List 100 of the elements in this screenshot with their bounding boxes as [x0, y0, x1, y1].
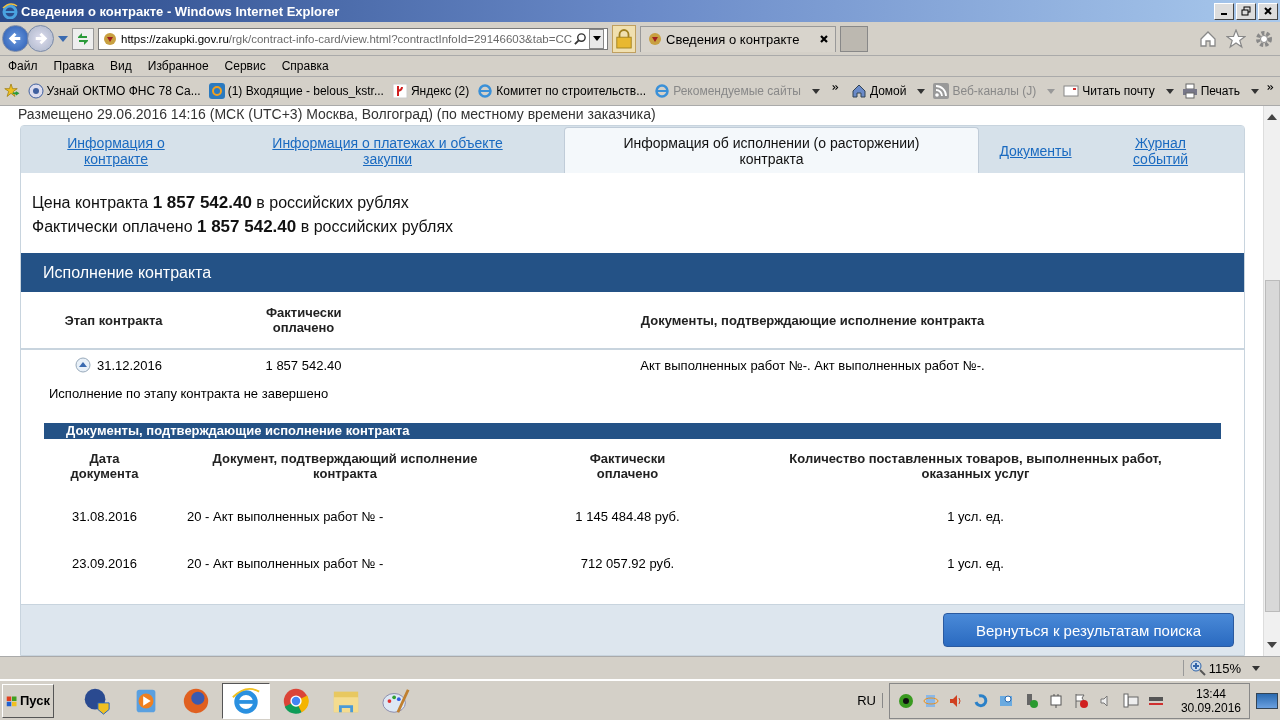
display-icon[interactable]	[1122, 692, 1139, 709]
ie-logo-icon	[654, 83, 671, 99]
ie-logo-icon	[477, 83, 494, 99]
collapse-toggle-icon[interactable]	[74, 357, 91, 373]
table-cell-text: 20 - Акт выполненных работ № -	[186, 556, 385, 571]
sync-icon[interactable]	[972, 692, 989, 709]
table-cell-text: 712 057.92 руб.	[579, 556, 676, 571]
caret-icon[interactable]	[58, 35, 68, 42]
page-tab[interactable]: Информация о платежах и объекте закупки	[211, 129, 564, 173]
scroll-down-icon[interactable]	[1267, 642, 1277, 648]
table-cell-text: Акт выполненных работ №-. Акт выполненных работ №-.	[639, 357, 986, 373]
column-header: Дата документа	[69, 451, 140, 481]
caret-icon	[592, 36, 601, 41]
page-tab[interactable]: Журнал событий	[1092, 129, 1229, 173]
stage-status-text: Исполнение по этапу контракта не завершено	[48, 385, 330, 401]
column-header: Количество поставленных товаров, выполненных работ, оказанных услуг	[788, 451, 1163, 481]
scroll-up-icon[interactable]	[1267, 114, 1277, 120]
close-icon[interactable]	[819, 34, 829, 44]
minimize-button[interactable]	[1214, 2, 1234, 20]
column-header: Фактически оплачено	[265, 305, 343, 335]
menu-item[interactable]: Справка	[273, 59, 337, 73]
table-cell-text: 23.09.2016	[70, 556, 139, 571]
envelope-icon	[1063, 83, 1080, 99]
window-title: Сведения о контракте - Windows Internet Explorer	[21, 3, 340, 19]
column-header: Документ, подтверждающий исполнение контракта	[211, 451, 479, 481]
column-header: Этап контракта	[63, 312, 164, 328]
antivirus-icon[interactable]	[897, 692, 914, 709]
price-text: Цена контракта 1 857 542.40 в российских рублях	[32, 193, 410, 213]
favorite-link[interactable]: Комитет по строительств...	[477, 83, 647, 99]
update-icon[interactable]	[997, 692, 1014, 709]
table-cell-text: 1 усл. ед.	[946, 509, 1005, 524]
command-button[interactable]: Печать	[1181, 83, 1259, 99]
home-icon	[850, 83, 867, 99]
dropdown-button[interactable]	[589, 28, 605, 49]
menu-item[interactable]: Избранное	[139, 59, 217, 73]
clock[interactable]: 13:44 30.09.2016	[1180, 686, 1241, 715]
taskbar-app-button[interactable]	[222, 682, 270, 719]
vertical-scrollbar[interactable]	[1263, 106, 1280, 656]
close-icon	[1263, 6, 1273, 16]
price-text: Фактически оплачено 1 857 542.40 в российских рублях	[32, 217, 455, 237]
table-cell-text: 1 857 542.40	[264, 357, 343, 373]
page-tab[interactable]: Информация о контракте	[21, 129, 211, 173]
language-indicator[interactable]: RU	[857, 693, 883, 708]
caret-icon	[1251, 88, 1259, 94]
command-button[interactable]: Читать почту	[1063, 83, 1174, 99]
search-icon[interactable]	[574, 32, 588, 45]
column-header: Фактически оплачено	[588, 451, 667, 481]
address-field[interactable]: https://zakupki.gov.ru/rgk/contract-info-card/view.html?contractInfoId=29146603&tab=CC	[98, 27, 608, 50]
page-tab[interactable]: Документы	[979, 129, 1092, 173]
at-sign-icon	[208, 83, 225, 99]
ie-logo-icon	[2, 3, 18, 19]
scroll-thumb[interactable]	[1264, 280, 1280, 612]
caret-icon	[1047, 88, 1056, 94]
restore-button[interactable]	[1236, 2, 1256, 20]
settings-icon[interactable]	[1254, 28, 1274, 49]
printer-icon	[1181, 83, 1198, 99]
menu-item[interactable]: Файл	[0, 59, 46, 73]
table-cell-text: 20 - Акт выполненных работ № -	[186, 509, 385, 524]
chevron-icon[interactable]	[831, 83, 839, 91]
forward-button[interactable]	[27, 25, 54, 52]
show-desktop-button[interactable]	[1256, 692, 1278, 709]
page-tab[interactable]: Информация об исполнении (о расторжении) контракта	[564, 127, 979, 173]
favorite-link[interactable]: (1) Входящие - belous_kstr...	[208, 83, 384, 99]
posted-date-text: Размещено 29.06.2016 14:16 (МСК (UTC+3) Москва, Волгоград) (по местному времени заказчика)	[18, 106, 657, 123]
menu-item[interactable]: Правка	[45, 59, 103, 73]
star-icon[interactable]	[1226, 28, 1246, 49]
close-button[interactable]	[1258, 2, 1278, 20]
table-cell-text: 31.08.2016	[70, 509, 139, 524]
caret-icon	[1252, 665, 1260, 671]
plug-icon[interactable]	[1047, 692, 1064, 709]
column-header: Документы, подтверждающие исполнение контракта	[639, 312, 986, 328]
start-button[interactable]: Пуск	[2, 683, 54, 718]
table-cell-text: 1 145 484.48 руб.	[574, 509, 681, 524]
caret-icon	[811, 88, 820, 94]
menu-item[interactable]: Вид	[102, 59, 140, 73]
table-cell: 31.12.2016	[96, 357, 163, 373]
browser-tab[interactable]: Сведения о контракте	[640, 25, 836, 52]
feed-icon	[933, 83, 950, 99]
flag-icon[interactable]	[1072, 692, 1089, 709]
favorite-link[interactable]: Узнай ОКТМО ФНС 78 Са...	[27, 83, 201, 99]
magnifier-icon	[1189, 660, 1206, 676]
return-to-results-button[interactable]: Вернуться к результатам поиска	[943, 613, 1234, 647]
table-cell-text: 1 усл. ед.	[946, 556, 1005, 571]
new-tab-button[interactable]	[840, 25, 868, 52]
chevron-icon[interactable]	[1267, 83, 1274, 91]
section-header: Исполнение контракта	[21, 253, 1244, 292]
minimize-icon	[1221, 13, 1227, 15]
command-button[interactable]: Домой	[850, 83, 926, 99]
emblem-icon	[27, 83, 44, 99]
back-button[interactable]	[2, 25, 29, 52]
menu-item[interactable]: Сервис	[216, 59, 274, 73]
zoom-control[interactable]: 115%	[1182, 660, 1260, 676]
refresh-button[interactable]	[72, 27, 94, 50]
caret-icon	[917, 88, 926, 94]
padlock-icon[interactable]	[612, 24, 636, 53]
emblem-icon	[102, 30, 118, 47]
favorite-link[interactable]: Яндекс (2)	[391, 83, 470, 99]
letter-logo-icon	[391, 83, 408, 99]
subsection-header: Документы, подтверждающие исполнение контракта	[44, 423, 1221, 439]
caret-icon	[1165, 88, 1174, 94]
